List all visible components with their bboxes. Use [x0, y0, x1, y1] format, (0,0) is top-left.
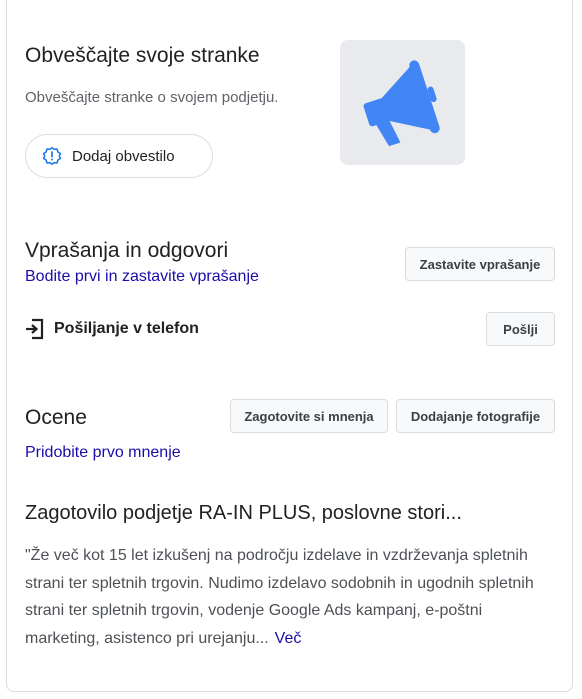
ask-question-button[interactable]: Zastavite vprašanje [405, 247, 555, 281]
business-description: "Že več kot 15 let izkušenj na področju … [25, 542, 545, 652]
add-photo-button[interactable]: Dodajanje fotografije [396, 399, 555, 433]
megaphone-illustration [340, 40, 465, 165]
alert-circle-icon [42, 146, 62, 166]
add-announcement-button[interactable]: Dodaj obvestilo [25, 134, 213, 178]
send-to-phone-row: Pošiljanje v telefon [25, 318, 199, 340]
qa-ask-first-link[interactable]: Bodite prvi in zastavite vprašanje [25, 268, 259, 286]
add-announcement-label: Dodaj obvestilo [72, 147, 175, 165]
reviews-title: Ocene [25, 406, 87, 429]
first-review-link[interactable]: Pridobite prvo mnenje [25, 444, 181, 462]
send-button[interactable]: Pošlji [486, 312, 555, 346]
send-to-phone-label: Pošiljanje v telefon [54, 320, 199, 337]
write-review-button[interactable]: Zagotovite si mnenja [230, 399, 388, 433]
qa-title: Vprašanja in odgovori [25, 239, 229, 262]
announce-title: Obveščajte svoje stranke [25, 44, 260, 67]
megaphone-icon [363, 60, 440, 147]
announce-subtitle: Obveščajte stranke o svojem podjetju. [25, 89, 279, 106]
send-to-phone-icon [26, 318, 44, 340]
more-link[interactable]: Več [275, 630, 302, 647]
from-business-title: Zagotovilo podjetje RA-IN PLUS, poslovne… [25, 502, 462, 524]
